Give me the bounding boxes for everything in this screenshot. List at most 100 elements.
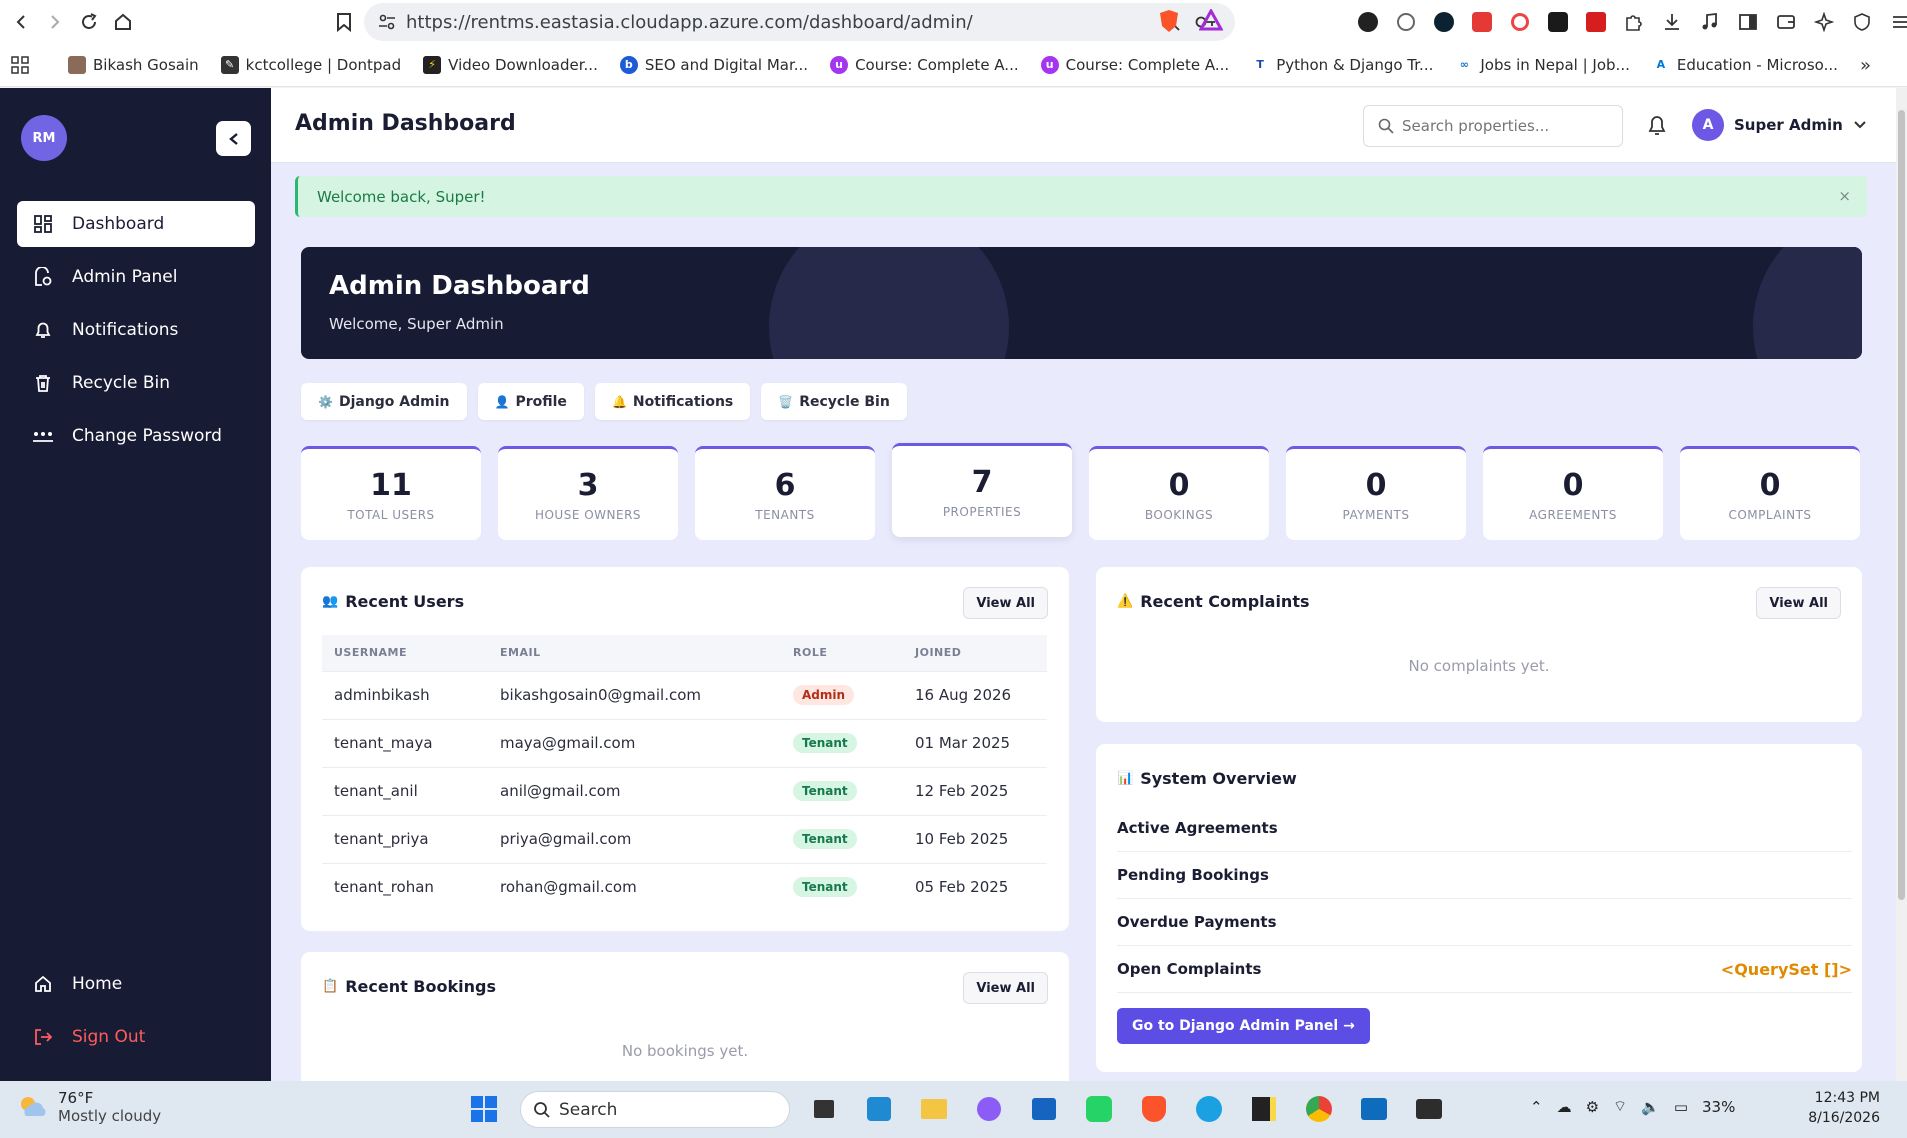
extension-3-icon[interactable] [1428,8,1460,35]
chevron-up-icon[interactable]: ⌃ [1530,1098,1543,1116]
download-icon[interactable] [1656,8,1688,35]
stat-label: PROPERTIES [942,504,1022,519]
sidebar-item-home[interactable]: Home [17,961,255,1007]
edge-icon[interactable] [1191,1091,1227,1127]
bookmark-label: Education - Microso... [1676,55,1838,74]
home-page-icon[interactable] [110,9,136,35]
search-box[interactable] [1363,105,1623,147]
brave-rewards-icon[interactable] [1199,9,1223,31]
user-menu[interactable]: A Super Admin [1692,109,1867,141]
system-tray: ⌃ ☁ ⚙ ⌔ 🔈 ▭ 33% [1530,1097,1735,1116]
sidebar-toggle-icon[interactable] [1732,8,1764,35]
django-admin-button[interactable]: ⚙️ Django Admin [301,383,467,420]
notification-bell-icon[interactable] [1646,113,1668,137]
ai-sparkle-icon[interactable] [1808,8,1840,35]
windows-start-icon[interactable] [470,1095,498,1123]
sticky-notes-icon[interactable] [1246,1091,1282,1127]
username-cell: tenant_priya [322,814,488,863]
bookmark-icon[interactable] [331,9,357,35]
email-cell: anil@gmail.com [488,766,781,815]
view-all-bookings-button[interactable]: View All [963,972,1048,1004]
udemy-favicon: u [830,55,849,74]
system-overview-card: 📊 System Overview Active Agreements Pendi… [1096,744,1862,1072]
vscode-icon[interactable] [861,1091,897,1127]
volume-icon[interactable]: 🔈 [1641,1098,1660,1116]
stat-card-bookings: 0 BOOKINGS [1089,446,1269,540]
sidebar-item-label: Sign Out [72,1027,146,1047]
more-bookmarks-icon[interactable]: » [1860,55,1871,76]
store-icon[interactable] [1026,1091,1062,1127]
sidebar-item-sign-out[interactable]: Sign Out [17,1014,255,1060]
pdf-icon[interactable] [1580,8,1612,35]
collapse-sidebar-button[interactable] [216,121,251,156]
downloader-icon[interactable] [1466,8,1498,35]
profile-button[interactable]: 👤 Profile [477,383,584,420]
bookmark-item[interactable]: T Python & Django Tr... [1251,55,1433,74]
menu-icon[interactable] [1884,8,1907,35]
admin-panel-icon [32,266,54,288]
search-input[interactable] [1402,117,1602,135]
bookmark-item[interactable]: A Education - Microso... [1651,55,1838,74]
alarm-icon[interactable] [1390,8,1422,35]
bookmark-item[interactable]: ⚡ Video Downloader... [423,55,598,74]
sidebar-item-label: Recycle Bin [72,373,171,393]
apps-grid-icon[interactable] [10,55,30,75]
page-scrollbar[interactable] [1896,88,1907,1081]
file-explorer-icon[interactable] [916,1091,952,1127]
back-icon[interactable] [8,9,34,35]
taskbar-search[interactable]: Search [520,1091,790,1128]
cloud-icon [18,1094,50,1120]
bookmark-item[interactable]: ✎ kctcollege | Dontpad [220,55,401,74]
sidebar-item-dashboard[interactable]: Dashboard [17,201,255,247]
clock[interactable]: 12:43 PM 8/16/2026 [1790,1088,1880,1128]
scrollbar-thumb[interactable] [1898,110,1905,900]
view-all-complaints-button[interactable]: View All [1756,587,1841,619]
music-icon[interactable] [1694,8,1726,35]
battery-icon[interactable]: ▭ [1674,1098,1688,1116]
extension-6-icon[interactable] [1542,8,1574,35]
sidebar-item-notifications[interactable]: Notifications [17,307,255,353]
wallet-icon[interactable] [1770,8,1802,35]
bookmark-item[interactable]: Bikash Gosain [68,55,199,74]
whatsapp-icon[interactable] [1081,1091,1117,1127]
recycle-bin-button[interactable]: 🗑️ Recycle Bin [761,383,907,420]
wifi-icon[interactable]: ⌔ [1613,1097,1627,1116]
extension-1-icon[interactable] [1352,8,1384,35]
terminal-icon[interactable] [1411,1091,1447,1127]
chrome-icon[interactable] [1301,1091,1337,1127]
brave-icon[interactable] [1136,1091,1172,1127]
vpn-icon[interactable]: ⚙ [1586,1098,1599,1116]
notifications-button[interactable]: 🔔 Notifications [594,383,751,420]
puzzle-icon[interactable] [1618,8,1650,35]
address-bar[interactable]: https://rentms.eastasia.cloudapp.azure.c… [364,3,1235,41]
weather-widget[interactable]: 76°F Mostly cloudy [18,1089,161,1125]
view-all-users-button[interactable]: View All [963,587,1048,619]
sidebar-item-change-password[interactable]: Change Password [17,413,255,459]
close-icon[interactable]: × [1838,187,1851,205]
bookmark-item[interactable]: u Course: Complete A... [1040,55,1229,74]
forward-icon[interactable] [42,9,68,35]
decor-circle [1753,247,1862,359]
bookmark-label: Video Downloader... [448,55,598,74]
bookmark-item[interactable]: b SEO and Digital Mar... [619,55,808,74]
sidebar-item-admin-panel[interactable]: Admin Panel [17,254,255,300]
site-settings-icon[interactable] [378,14,396,30]
django-admin-panel-button[interactable]: Go to Django Admin Panel → [1117,1008,1370,1044]
bookmark-item[interactable]: u Course: Complete A... [830,55,1019,74]
extension-5-icon[interactable] [1504,8,1536,35]
bookmark-item[interactable]: ∞ Jobs in Nepal | Job... [1455,55,1630,74]
task-view-icon[interactable] [806,1091,842,1127]
outlook-icon[interactable] [1356,1091,1392,1127]
vpn-shield-icon[interactable] [1846,8,1878,35]
overview-row-pending-bookings: Pending Bookings [1117,852,1852,899]
sidebar-item-recycle-bin[interactable]: Recycle Bin [17,360,255,406]
overview-label: Active Agreements [1117,819,1278,837]
copilot-icon[interactable] [971,1091,1007,1127]
brave-shield-icon[interactable] [1158,9,1180,33]
onedrive-icon[interactable]: ☁ [1557,1098,1572,1116]
brand-avatar: RM [21,115,67,161]
home-icon [32,973,54,995]
url-text[interactable]: https://rentms.eastasia.cloudapp.azure.c… [406,12,1161,33]
table-row: tenant_anil anil@gmail.com Tenant 12 Feb… [322,766,1047,815]
reload-icon[interactable] [76,9,102,35]
